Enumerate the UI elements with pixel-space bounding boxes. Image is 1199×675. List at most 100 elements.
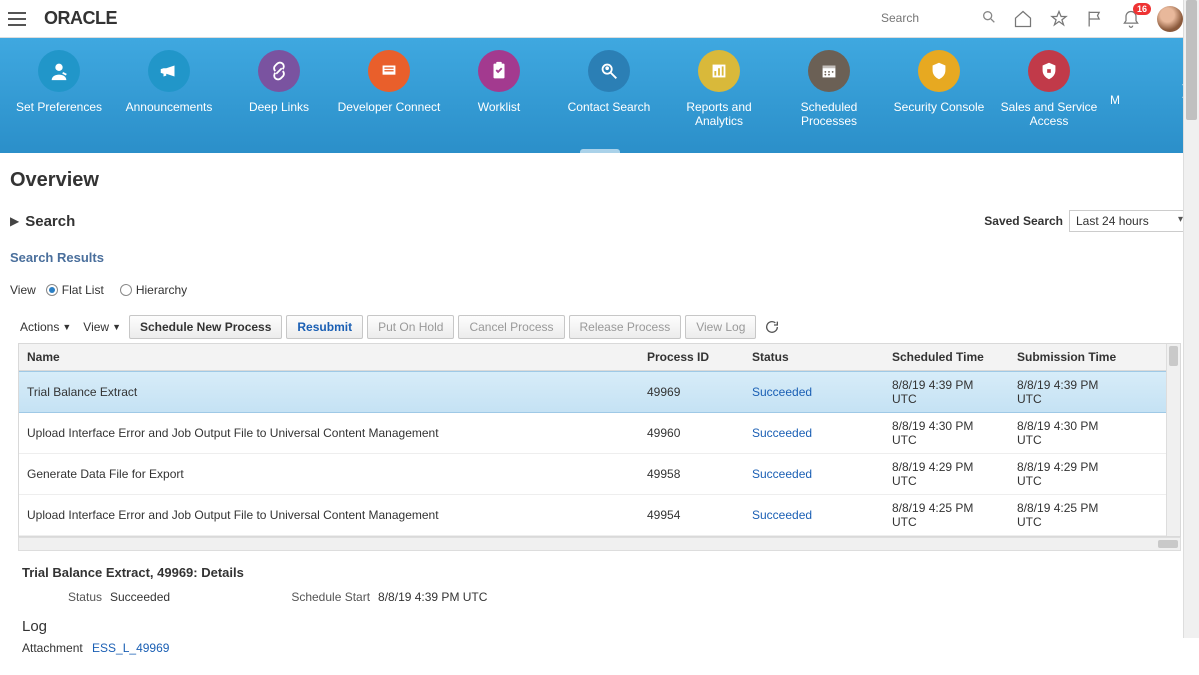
cell-process-id: 49958 xyxy=(639,461,744,487)
nav-worklist[interactable]: Worklist xyxy=(444,46,554,114)
nav-announcements[interactable]: Announcements xyxy=(114,46,224,114)
cell-process-id: 49954 xyxy=(639,502,744,528)
scrollbar-thumb[interactable] xyxy=(1186,0,1197,120)
radio-label: Hierarchy xyxy=(136,283,187,297)
status-link[interactable]: Succeeded xyxy=(752,426,812,440)
menu-label: Actions xyxy=(20,320,59,334)
table-row[interactable]: Upload Interface Error and Job Output Fi… xyxy=(19,413,1166,454)
nav-deep-links[interactable]: Deep Links xyxy=(224,46,334,114)
details-status-label: Status xyxy=(22,590,102,604)
results-toolbar: Actions▼ View▼ Schedule New Process Resu… xyxy=(10,311,1189,343)
cell-process-id: 49969 xyxy=(639,379,744,405)
nav-label: Security Console xyxy=(884,100,994,114)
cell-submission: 8/8/19 4:25 PM UTC xyxy=(1009,495,1134,535)
view-hierarchy-radio[interactable]: Hierarchy xyxy=(120,283,187,297)
user-pref-icon xyxy=(38,50,80,92)
cell-submission: 8/8/19 4:30 PM UTC xyxy=(1009,413,1134,453)
radio-label: Flat List xyxy=(62,283,104,297)
view-label: View xyxy=(10,283,36,297)
table-row[interactable]: Upload Interface Error and Job Output Fi… xyxy=(19,495,1166,536)
resubmit-button[interactable]: Resubmit xyxy=(286,315,363,339)
cell-scheduled: 8/8/19 4:29 PM UTC xyxy=(884,454,1009,494)
table-row[interactable]: Trial Balance Extract49969 Succeeded 8/8/1… xyxy=(19,371,1166,413)
cell-submission: 8/8/19 4:39 PM UTC xyxy=(1009,372,1134,412)
notification-badge: 16 xyxy=(1133,3,1151,15)
radio-off-icon xyxy=(120,284,132,296)
page-content: Overview ▶ Search Saved Search Last 24 h… xyxy=(0,153,1199,675)
nav-drag-handle[interactable] xyxy=(580,149,620,155)
table-horizontal-scrollbar[interactable] xyxy=(18,537,1181,551)
view-menu[interactable]: View▼ xyxy=(79,318,125,336)
release-process-button[interactable]: Release Process xyxy=(569,315,682,339)
nav-label: Scheduled Processes xyxy=(774,100,884,129)
global-search-input[interactable] xyxy=(877,7,997,30)
col-name[interactable]: Name xyxy=(19,344,639,370)
schedule-new-process-button[interactable]: Schedule New Process xyxy=(129,315,282,339)
nav-contact-search[interactable]: Contact Search xyxy=(554,46,664,114)
nav-security-console[interactable]: Security Console xyxy=(884,46,994,114)
nav-scheduled-processes[interactable]: Scheduled Processes xyxy=(774,46,884,129)
col-status[interactable]: Status xyxy=(744,344,884,370)
cell-name: Generate Data File for Export xyxy=(19,461,639,487)
scrollbar-thumb[interactable] xyxy=(1169,346,1178,366)
search-disclosure-triangle[interactable]: ▶ xyxy=(10,214,19,228)
cell-submission: 8/8/19 4:29 PM UTC xyxy=(1009,454,1134,494)
nav-reports-analytics[interactable]: Reports and Analytics xyxy=(664,46,774,129)
details-schedule-start-value: 8/8/19 4:39 PM UTC xyxy=(378,590,487,604)
cell-name: Trial Balance Extract xyxy=(19,379,639,405)
attachment-label: Attachment xyxy=(22,641,83,655)
cell-scheduled: 8/8/19 4:30 PM UTC xyxy=(884,413,1009,453)
menu-label: View xyxy=(83,320,109,334)
search-section-label: Search xyxy=(25,213,75,230)
home-icon[interactable] xyxy=(1013,9,1033,29)
nav-label: Announcements xyxy=(114,100,224,114)
status-link[interactable]: Succeeded xyxy=(752,508,812,522)
attachment-link[interactable]: ESS_L_49969 xyxy=(92,641,169,655)
table-vertical-scrollbar[interactable] xyxy=(1166,344,1180,536)
cell-scheduled: 8/8/19 4:39 PM UTC xyxy=(884,372,1009,412)
nav-set-preferences[interactable]: Set Preferences xyxy=(4,46,114,114)
nav-label: Set Preferences xyxy=(4,100,114,114)
search-section-header: ▶ Search Saved Search Last 24 hours xyxy=(10,210,1189,232)
actions-menu[interactable]: Actions▼ xyxy=(16,318,75,336)
nav-sales-service-access[interactable]: Sales and Service Access xyxy=(994,46,1104,129)
nav-label: Reports and Analytics xyxy=(664,100,774,129)
nav-label: Sales and Service Access xyxy=(994,100,1104,129)
notifications-icon[interactable]: 16 xyxy=(1121,9,1141,29)
globe-icon xyxy=(368,50,410,92)
top-utility-icons: 16 xyxy=(1013,6,1183,32)
clipboard-icon xyxy=(478,50,520,92)
results-table: Name Process ID Status Scheduled Time Su… xyxy=(18,343,1181,537)
nav-label: Developer Connect xyxy=(334,100,444,114)
hamburger-menu-button[interactable] xyxy=(8,7,32,31)
status-link[interactable]: Succeeded xyxy=(752,385,812,399)
saved-search-select[interactable]: Last 24 hours xyxy=(1069,210,1189,232)
status-link[interactable]: Succeeded xyxy=(752,467,812,481)
nav-overflow-indicator: M xyxy=(1104,93,1120,107)
view-flat-list-radio[interactable]: Flat List xyxy=(46,283,104,297)
table-row[interactable]: Generate Data File for Export49958 Succee… xyxy=(19,454,1166,495)
details-schedule-start-label: Schedule Start xyxy=(270,590,370,604)
nav-label: Worklist xyxy=(444,100,554,114)
cancel-process-button[interactable]: Cancel Process xyxy=(458,315,564,339)
put-on-hold-button[interactable]: Put On Hold xyxy=(367,315,454,339)
view-log-button[interactable]: View Log xyxy=(685,315,756,339)
page-title: Overview xyxy=(10,169,1189,192)
nav-developer-connect[interactable]: Developer Connect xyxy=(334,46,444,114)
search-icon[interactable] xyxy=(981,9,997,28)
user-avatar[interactable] xyxy=(1157,6,1183,32)
scrollbar-thumb[interactable] xyxy=(1158,540,1178,548)
page-vertical-scrollbar[interactable] xyxy=(1183,0,1199,638)
star-icon[interactable] xyxy=(1049,9,1069,29)
col-scheduled[interactable]: Scheduled Time xyxy=(884,344,1009,370)
calendar-icon xyxy=(808,50,850,92)
col-submission[interactable]: Submission Time xyxy=(1009,344,1134,370)
details-panel: Trial Balance Extract, 49969: Details St… xyxy=(22,565,1177,655)
refresh-icon[interactable] xyxy=(764,319,780,335)
col-process-id[interactable]: Process ID xyxy=(639,344,744,370)
radio-on-icon xyxy=(46,284,58,296)
table-header-row: Name Process ID Status Scheduled Time Su… xyxy=(19,344,1166,371)
cell-name: Upload Interface Error and Job Output Fi… xyxy=(19,502,639,528)
flag-icon[interactable] xyxy=(1085,9,1105,29)
link-icon xyxy=(258,50,300,92)
